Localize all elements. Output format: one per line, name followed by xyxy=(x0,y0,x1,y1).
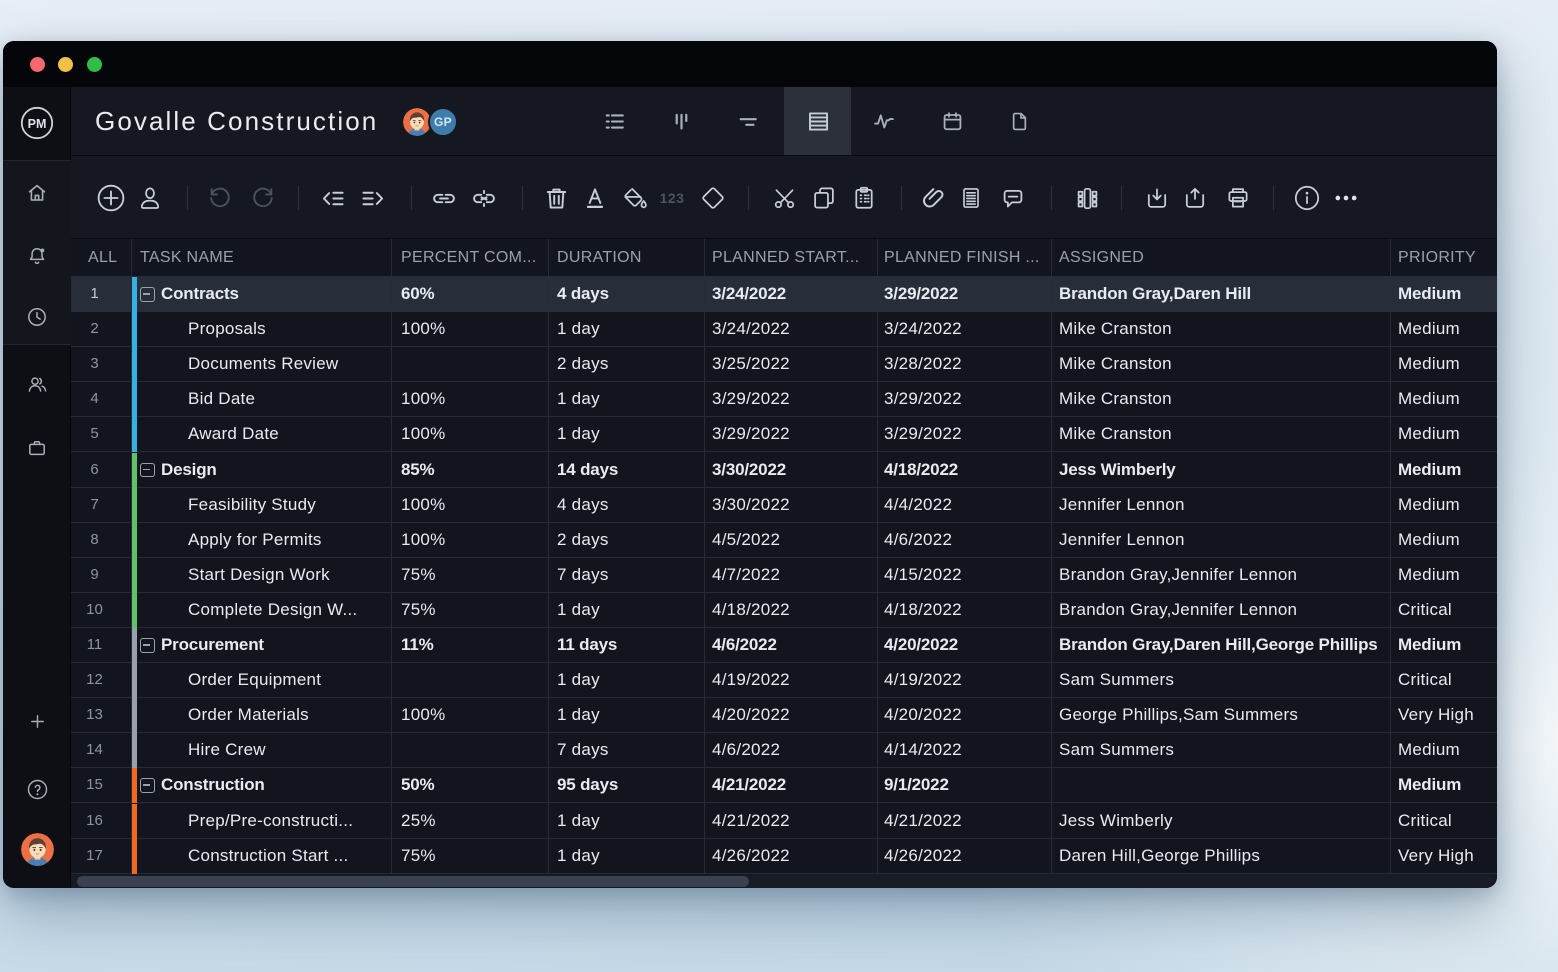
svg-text:PM: PM xyxy=(28,117,47,131)
